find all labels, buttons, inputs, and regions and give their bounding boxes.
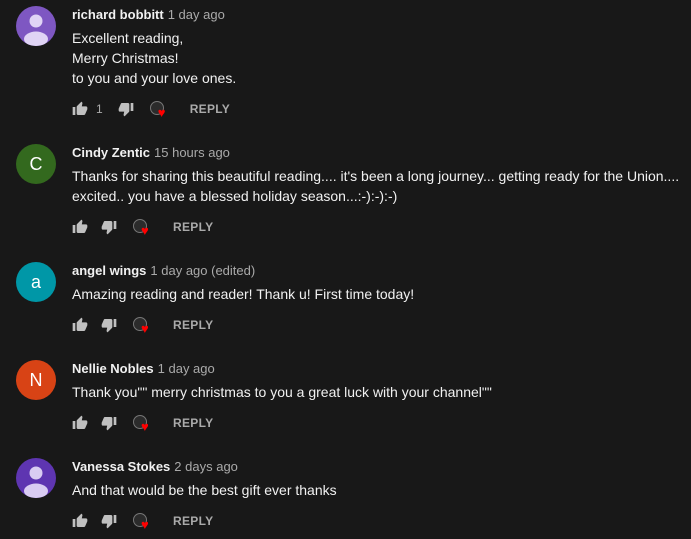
comment-actions: ♥ REPLY (72, 411, 213, 435)
comment-header: Vanessa Stokes 2 days ago (72, 458, 238, 476)
creator-heart-icon: ♥ (131, 509, 155, 533)
thumb-down-icon (101, 515, 117, 529)
avatar[interactable]: N (16, 360, 56, 400)
dislike-button[interactable] (101, 509, 117, 533)
creator-heart-icon: ♥ (131, 215, 155, 239)
comment-header: Cindy Zentic 15 hours ago (72, 144, 230, 162)
thumb-down-icon (101, 319, 117, 333)
like-button[interactable] (72, 509, 88, 533)
heart-icon: ♥ (141, 517, 149, 532)
reply-button[interactable]: REPLY (173, 220, 213, 234)
avatar[interactable] (16, 458, 56, 498)
comment-actions: ♥ REPLY (72, 509, 213, 533)
comment-time[interactable]: 1 day ago (158, 361, 215, 376)
avatar-letter: N (29, 369, 43, 390)
reply-button[interactable]: REPLY (190, 102, 230, 116)
thumb-up-icon (72, 317, 88, 331)
avatar-letter: a (30, 271, 41, 292)
comment-header: Nellie Nobles 1 day ago (72, 360, 215, 378)
author-name[interactable]: Vanessa Stokes (72, 459, 170, 474)
comment-text: Thanks for sharing this beautiful readin… (72, 168, 680, 204)
reply-button[interactable]: REPLY (173, 318, 213, 332)
thumb-up-icon (72, 219, 88, 233)
heart-icon: ♥ (141, 223, 149, 238)
avatar[interactable]: a (16, 262, 56, 302)
comment-time[interactable]: 1 day ago (edited) (150, 263, 255, 278)
creator-heart-icon: ♥ (148, 97, 172, 121)
comment-time[interactable]: 15 hours ago (154, 145, 230, 160)
heart-icon: ♥ (141, 321, 149, 336)
default-avatar-icon (24, 14, 48, 46)
like-button[interactable] (72, 215, 88, 239)
comment-actions: ♥ REPLY (72, 313, 213, 337)
thumb-up-icon (72, 513, 88, 527)
reply-button[interactable]: REPLY (173, 514, 213, 528)
creator-heart-icon: ♥ (131, 313, 155, 337)
dislike-button[interactable] (118, 97, 134, 121)
comment-time[interactable]: 2 days ago (174, 459, 238, 474)
thumb-down-icon (101, 417, 117, 431)
comment-time[interactable]: 1 day ago (168, 7, 225, 22)
thumb-down-icon (118, 103, 134, 117)
avatar-letter: C (29, 153, 43, 174)
like-count: 1 (96, 102, 103, 116)
thumb-up-icon (72, 101, 88, 115)
heart-icon: ♥ (157, 105, 166, 120)
thumb-down-icon (101, 221, 117, 235)
thumb-up-icon (72, 415, 88, 429)
comment-text: Excellent reading, Merry Christmas! to y… (72, 30, 237, 86)
dislike-button[interactable] (101, 215, 117, 239)
author-name[interactable]: angel wings (72, 263, 146, 278)
author-name[interactable]: Nellie Nobles (72, 361, 154, 376)
avatar[interactable]: C (16, 144, 56, 184)
creator-heart-icon: ♥ (131, 411, 155, 435)
like-button[interactable] (72, 313, 88, 337)
comment-actions: ♥ REPLY (72, 215, 213, 239)
heart-icon: ♥ (141, 419, 149, 434)
default-avatar-icon (24, 466, 48, 498)
author-name[interactable]: Cindy Zentic (72, 145, 150, 160)
avatar[interactable] (16, 6, 56, 46)
like-button[interactable] (72, 97, 88, 121)
comment-text: And that would be the best gift ever tha… (72, 482, 337, 498)
comment-header: angel wings 1 day ago (edited) (72, 262, 255, 280)
dislike-button[interactable] (101, 313, 117, 337)
author-name[interactable]: richard bobbitt (72, 7, 164, 22)
comment-text: Thank you"" merry christmas to you a gre… (72, 384, 492, 400)
reply-button[interactable]: REPLY (173, 416, 213, 430)
like-button[interactable] (72, 411, 88, 435)
comment-actions: 1 ♥ REPLY (72, 97, 230, 121)
comment-header: richard bobbitt 1 day ago (72, 6, 225, 24)
dislike-button[interactable] (101, 411, 117, 435)
comment-text: Amazing reading and reader! Thank u! Fir… (72, 286, 415, 302)
